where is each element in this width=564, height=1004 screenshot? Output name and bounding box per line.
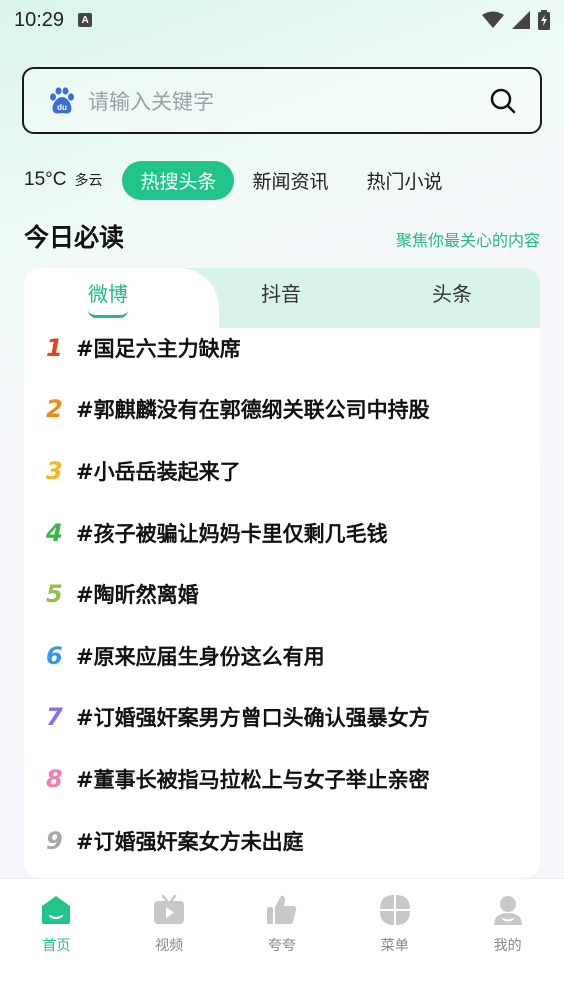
news-title: #订婚强奸案男方曾口头确认强暴女方 <box>76 706 430 731</box>
bottom-nav-video[interactable]: 视频 <box>113 879 226 1004</box>
list-item[interactable]: 8 #董事长被指马拉松上与女子举止亲密 <box>24 748 540 810</box>
bottom-nav-label: 菜单 <box>380 938 409 954</box>
news-card: 微博 抖音 头条 1 #国足六主力缺席 2 #郭麒麟没有在郭德纲关联公司中持股 … <box>24 268 540 878</box>
rank-number: 8 <box>46 764 63 793</box>
bottom-nav-label: 夸夸 <box>267 938 296 954</box>
rank-number: 6 <box>46 641 63 670</box>
list-item[interactable]: 6 #原来应届生身份这么有用 <box>24 625 540 687</box>
tab-novels[interactable]: 热门小说 <box>366 167 442 194</box>
weather-condition: 多云 <box>74 173 103 189</box>
weather-nav-row: 15°C 多云 热搜头条 新闻资讯 热门小说 <box>24 160 544 200</box>
list-item[interactable]: 3 #小岳岳装起来了 <box>24 440 540 502</box>
section-subtitle: 聚焦你最关心的内容 <box>395 231 540 250</box>
bottom-nav-label: 视频 <box>155 938 184 954</box>
tv-icon <box>154 894 185 924</box>
status-bar: 10:29 A <box>0 0 564 40</box>
search-input[interactable]: 请输入关键字 <box>88 86 488 116</box>
bottom-nav-praise[interactable]: 夸夸 <box>226 879 339 1004</box>
thumbs-up-icon <box>266 895 297 924</box>
rank-number: 7 <box>46 703 63 732</box>
rank-number: 4 <box>46 518 63 547</box>
tab-toutiao[interactable]: 头条 <box>432 278 472 307</box>
tab-douyin[interactable]: 抖音 <box>261 278 301 307</box>
rank-number: 5 <box>46 580 63 609</box>
baidu-paw-icon: du <box>50 86 74 113</box>
news-title: #孩子被骗让妈妈卡里仅剩几毛钱 <box>76 521 388 546</box>
list-item[interactable]: 2 #郭麒麟没有在郭德纲关联公司中持股 <box>24 379 540 441</box>
battery-icon <box>538 10 550 30</box>
profile-icon <box>493 896 522 925</box>
rank-number: 3 <box>46 456 63 485</box>
list-item[interactable]: 5 #陶昕然离婚 <box>24 563 540 625</box>
news-title: #订婚强奸案女方未出庭 <box>76 829 304 854</box>
news-title: #陶昕然离婚 <box>76 583 199 608</box>
tab-hot-search[interactable]: 热搜头条 <box>122 160 235 200</box>
news-title: #小岳岳装起来了 <box>76 459 241 484</box>
signal-icon <box>512 11 530 29</box>
section-header: 今日必读 聚焦你最关心的内容 <box>24 218 540 254</box>
list-item[interactable]: 1 #国足六主力缺席 <box>24 317 540 379</box>
news-title: #董事长被指马拉松上与女子举止亲密 <box>76 767 430 792</box>
rank-number: 1 <box>46 333 63 362</box>
bottom-nav-profile[interactable]: 我的 <box>451 879 564 1004</box>
search-box[interactable]: du 请输入关键字 <box>22 67 542 134</box>
rank-number: 2 <box>46 395 63 424</box>
search-icon[interactable] <box>488 86 518 116</box>
status-icons <box>482 10 550 30</box>
rank-number: 9 <box>46 826 63 855</box>
temperature: 15°C <box>24 169 67 190</box>
section-title: 今日必读 <box>24 223 125 252</box>
bottom-nav-label: 首页 <box>42 938 71 954</box>
bottom-nav-menu[interactable]: 菜单 <box>338 879 451 1004</box>
news-title: #国足六主力缺席 <box>76 336 241 361</box>
wifi-icon <box>482 11 504 28</box>
list-item[interactable]: 9 #订婚强奸案女方未出庭 <box>24 810 540 872</box>
status-time: 10:29 <box>14 8 65 31</box>
home-icon <box>42 896 71 924</box>
list-item[interactable]: 4 #孩子被骗让妈妈卡里仅剩几毛钱 <box>24 502 540 564</box>
bottom-nav: 首页 视频 夸夸 菜单 我的 <box>0 878 564 1004</box>
tab-news[interactable]: 新闻资讯 <box>252 167 328 194</box>
list-item[interactable]: 7 #订婚强奸案男方曾口头确认强暴女方 <box>24 687 540 749</box>
bottom-nav-label: 我的 <box>493 938 522 954</box>
news-title: #郭麒麟没有在郭德纲关联公司中持股 <box>76 398 430 423</box>
svg-text:du: du <box>57 103 67 112</box>
news-list: 1 #国足六主力缺席 2 #郭麒麟没有在郭德纲关联公司中持股 3 #小岳岳装起来… <box>24 317 540 871</box>
news-title: #原来应届生身份这么有用 <box>76 644 325 669</box>
bottom-nav-home[interactable]: 首页 <box>0 879 113 1004</box>
notification-icon: A <box>78 13 93 27</box>
tab-weibo[interactable]: 微博 <box>88 278 128 307</box>
grid-menu-icon <box>379 895 410 925</box>
